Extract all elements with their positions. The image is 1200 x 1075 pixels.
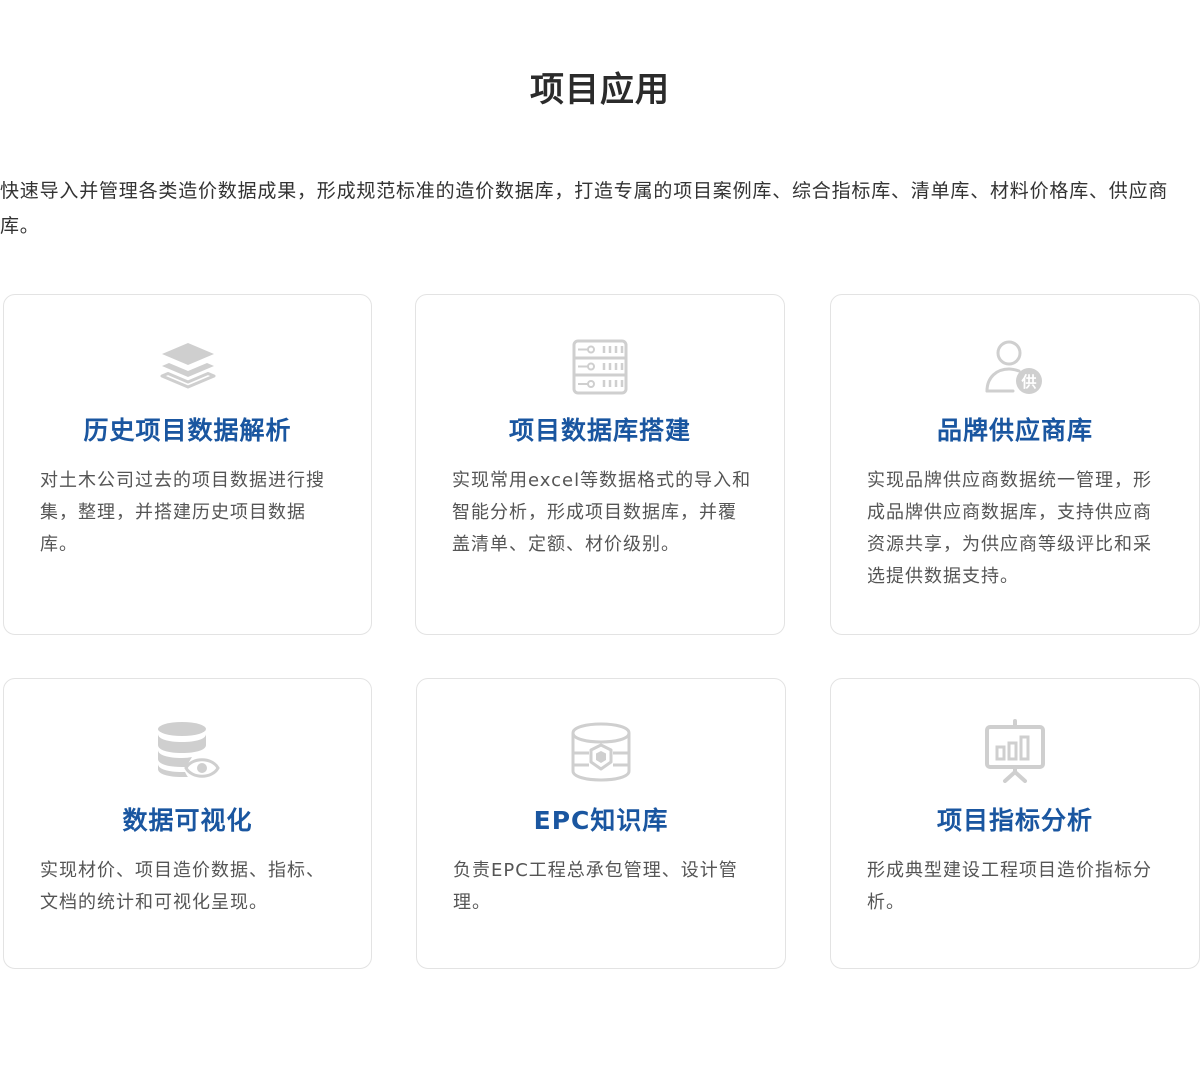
card-brand-supplier-library[interactable]: 供 品牌供应商库 实现品牌供应商数据统一管理，形成品牌供应商数据库，支持供应商资… <box>830 294 1200 635</box>
layers-icon <box>156 335 220 399</box>
card-title: 历史项目数据解析 <box>83 416 292 445</box>
card-description: 对土木公司过去的项目数据进行搜集，整理，并搭建历史项目数据库。 <box>40 470 325 555</box>
card-history-data-analysis[interactable]: 历史项目数据解析 对土木公司过去的项目数据进行搜集，整理，并搭建历史项目数据库。 <box>3 294 372 635</box>
card-title: 项目数据库搭建 <box>508 416 691 445</box>
card-project-database-build[interactable]: 项目数据库搭建 实现常用excel等数据格式的导入和智能分析，形成项目数据库，并… <box>415 294 785 635</box>
supplier-user-icon: 供 <box>983 335 1047 399</box>
card-description: 实现材价、项目造价数据、指标、文档的统计和可视化呈现。 <box>40 860 325 913</box>
card-data-visualization[interactable]: 数据可视化 实现材价、项目造价数据、指标、文档的统计和可视化呈现。 <box>3 678 372 969</box>
card-description: 形成典型建设工程项目造价指标分析。 <box>867 860 1152 913</box>
card-epc-knowledge-base[interactable]: EPC知识库 负责EPC工程总承包管理、设计管理。 <box>416 678 786 969</box>
card-description: 负责EPC工程总承包管理、设计管理。 <box>453 860 738 913</box>
card-description: 实现常用excel等数据格式的导入和智能分析，形成项目数据库，并覆盖清单、定额、… <box>452 470 752 555</box>
presentation-chart-icon <box>983 719 1047 783</box>
card-title: EPC知识库 <box>533 806 669 835</box>
card-title: 品牌供应商库 <box>936 416 1093 445</box>
page-title: 项目应用 <box>530 70 670 110</box>
database-shield-icon <box>569 719 633 783</box>
card-project-indicator-analysis[interactable]: 项目指标分析 形成典型建设工程项目造价指标分析。 <box>830 678 1200 969</box>
card-title: 数据可视化 <box>122 806 253 835</box>
supplier-badge-text: 供 <box>1020 373 1036 391</box>
card-title: 项目指标分析 <box>936 806 1093 835</box>
database-eye-icon <box>156 719 220 783</box>
intro-text: 快速导入并管理各类造价数据成果，形成规范标准的造价数据库，打造专属的项目案例库、… <box>0 180 1169 237</box>
card-description: 实现品牌供应商数据统一管理，形成品牌供应商数据库，支持供应商资源共享，为供应商等… <box>867 470 1152 587</box>
server-rack-icon <box>568 335 632 399</box>
